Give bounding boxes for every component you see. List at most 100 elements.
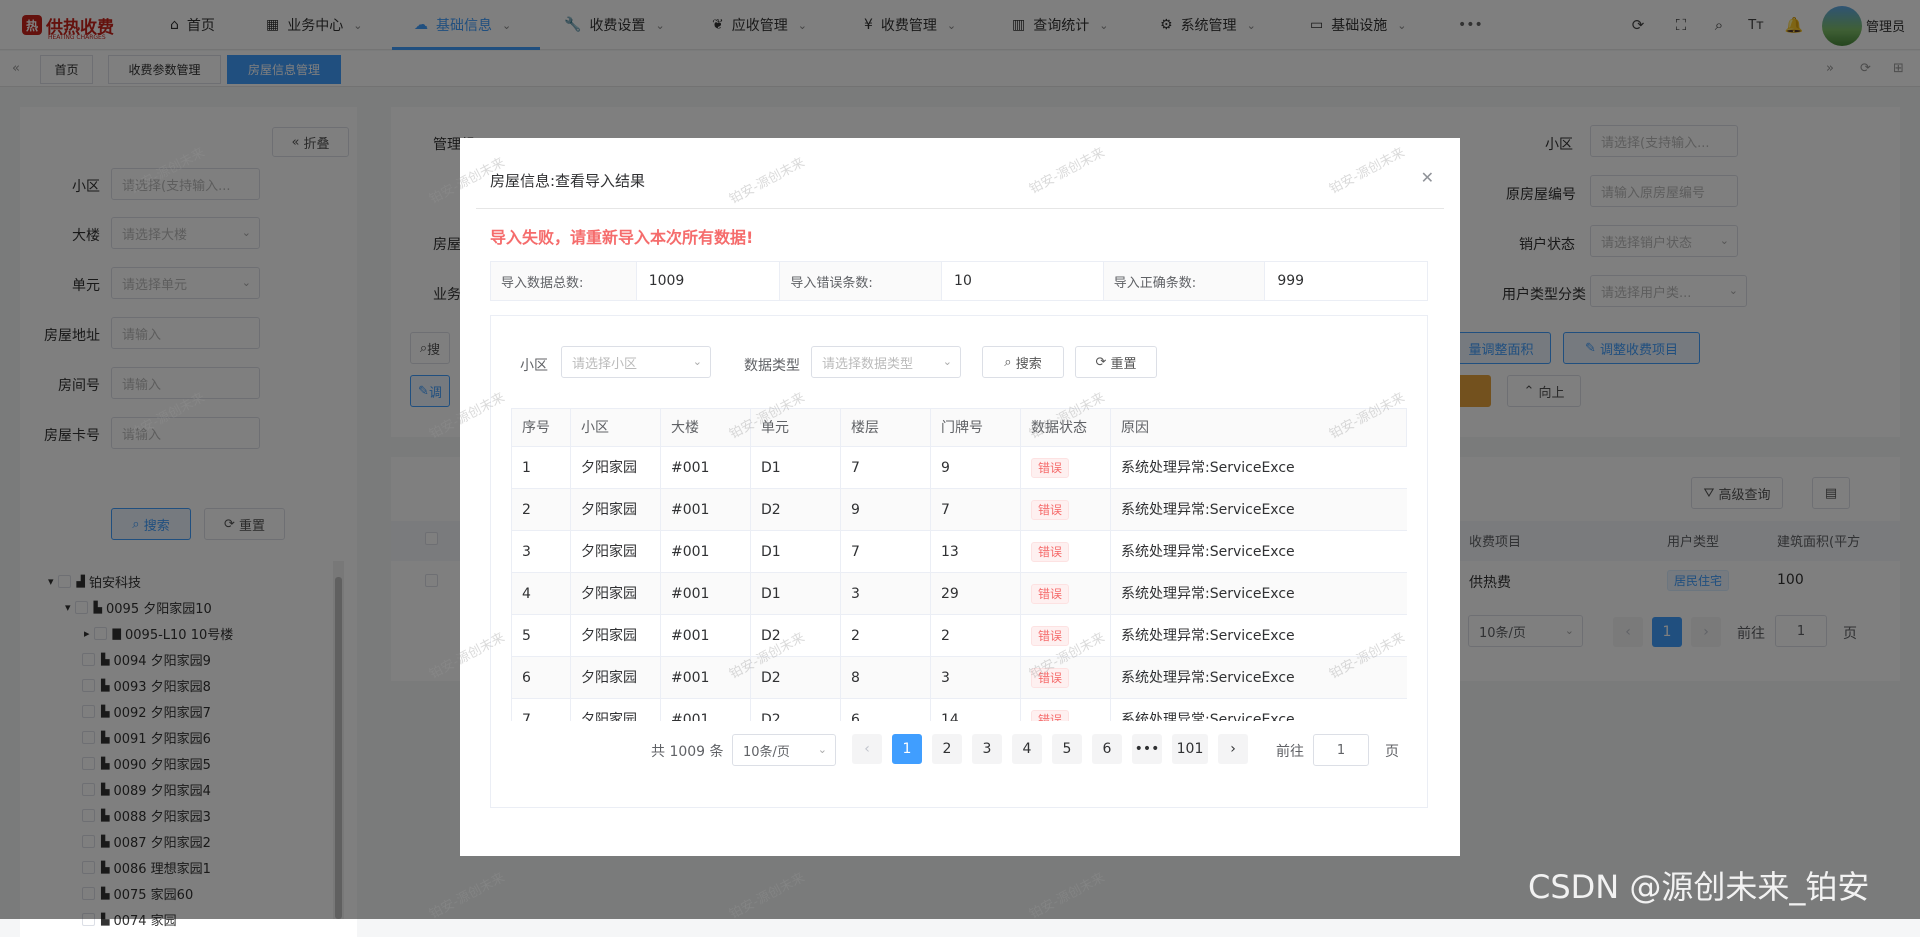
page-button-5[interactable]: 5 [1052,734,1082,764]
cell-floor: 8 [841,657,931,699]
cell-floor: 7 [841,447,931,489]
cell-index: 1 [512,447,571,489]
summary-value: 1009 [637,262,781,300]
cell-status: 错误 [1021,699,1111,721]
page-number: 5 [1062,741,1072,757]
column-header-index: 序号 [512,409,571,448]
page-button-4[interactable]: 4 [1012,734,1042,764]
table-row[interactable]: 6 夕阳家园 #001 D2 8 3 错误 系统处理异常:ServiceExce [512,657,1407,699]
total-count: 共 1009 条 [651,744,724,760]
cell-reason: 系统处理异常:ServiceExce [1121,670,1295,686]
cell-unit: D2 [751,657,841,699]
cell-status: 错误 [1021,573,1111,615]
cell-reason: 系统处理异常:ServiceExce [1121,460,1295,476]
cell-building: #001 [661,615,751,657]
prev-page-button[interactable]: ‹ [852,734,882,764]
cell-unit: D1 [751,447,841,489]
import-summary: 导入数据总数: 1009 导入错误条数: 10 导入正确条数: 999 [490,261,1428,301]
cell-status: 错误 [1021,615,1111,657]
cell-index: 4 [512,573,571,615]
column-header-building: 大楼 [661,409,751,448]
cell-door-number: 29 [931,573,1021,615]
page-button-3[interactable]: 3 [972,734,1002,764]
placeholder: 请选择数据类型 [822,356,914,372]
next-page-button[interactable]: › [1218,734,1248,764]
result-table-body[interactable]: 1 夕阳家园 #001 D1 7 9 错误 系统处理异常:ServiceExce… [511,447,1407,721]
summary-key: 导入错误条数: [780,262,943,300]
cell-floor: 7 [841,531,931,573]
table-row[interactable]: 2 夕阳家园 #001 D2 9 7 错误 系统处理异常:ServiceExce [512,489,1407,531]
page-ellipsis-button[interactable]: ••• [1132,734,1162,764]
page-number: 3 [982,741,992,757]
error-tag: 错误 [1031,668,1070,688]
cell-status: 错误 [1021,657,1111,699]
goto-page-input[interactable]: 1 [1313,734,1369,766]
import-error-message: 导入失败，请重新导入本次所有数据! [490,228,754,247]
table-row[interactable]: 3 夕阳家园 #001 D1 7 13 错误 系统处理异常:ServiceExc… [512,531,1407,573]
column-header-floor: 楼层 [841,409,931,448]
cell-community: 夕阳家园 [571,489,661,531]
page-number: 101 [1176,741,1204,757]
cell-community: 夕阳家园 [571,657,661,699]
table-row[interactable]: 1 夕阳家园 #001 D1 7 9 错误 系统处理异常:ServiceExce [512,447,1407,489]
cell-floor: 6 [841,699,931,721]
summary-value: 10 [942,262,1104,300]
summary-key: 导入正确条数: [1103,262,1266,300]
page-size-select[interactable]: 10条/页 ⌄ [732,734,836,766]
cell-status: 错误 [1021,447,1111,489]
filter-type-label: 数据类型 [744,358,800,374]
table-row[interactable]: 4 夕阳家园 #001 D1 3 29 错误 系统处理异常:ServiceExc… [512,573,1407,615]
close-icon[interactable]: ✕ [1421,168,1434,187]
cell-status: 错误 [1021,531,1111,573]
cell-index: 2 [512,489,571,531]
filter-type-select[interactable]: 请选择数据类型 ⌄ [811,346,961,378]
cell-unit: D2 [751,615,841,657]
error-tag: 错误 [1031,458,1070,478]
cell-index: 3 [512,531,571,573]
cell-door-number: 3 [931,657,1021,699]
page-number: 6 [1102,741,1112,757]
placeholder: 请选择小区 [572,356,638,372]
page-button-2[interactable]: 2 [932,734,962,764]
cell-door-number: 9 [931,447,1021,489]
summary-value: 999 [1277,273,1305,289]
table-row[interactable]: 5 夕阳家园 #001 D2 2 2 错误 系统处理异常:ServiceExce [512,615,1407,657]
cell-floor: 2 [841,615,931,657]
cell-building: #001 [661,699,751,721]
cell-community: 夕阳家园 [571,447,661,489]
dialog-search-button[interactable]: ⌕ 搜索 [982,346,1064,378]
cell-community: 夕阳家园 [571,573,661,615]
filter-community-select[interactable]: 请选择小区 ⌄ [561,346,711,378]
filter-community-label: 小区 [520,358,548,374]
page-unit-label: 页 [1385,744,1399,760]
dialog-reset-button[interactable]: ⟳ 重置 [1075,346,1157,378]
page-button-1[interactable]: 1 [892,734,922,764]
page-button-last[interactable]: 101 [1172,734,1208,764]
chevron-down-icon: ⌄ [692,355,702,368]
error-tag: 错误 [1031,500,1070,520]
cell-floor: 9 [841,489,931,531]
error-tag: 错误 [1031,710,1070,721]
import-detail-panel: 小区 请选择小区 ⌄ 数据类型 请选择数据类型 ⌄ ⌕ 搜索 ⟳ 重置 序号 小区 … [490,315,1428,808]
goto-value: 1 [1336,742,1346,758]
page-button-6[interactable]: 6 [1092,734,1122,764]
cell-reason: 系统处理异常:ServiceExce [1121,502,1295,518]
column-header-reason: 原因 [1121,420,1149,436]
cell-index: 7 [512,699,571,721]
error-tag: 错误 [1031,542,1070,562]
cell-door-number: 13 [931,531,1021,573]
button-label: 重置 [1110,356,1137,372]
error-tag: 错误 [1031,584,1070,604]
cell-door-number: 14 [931,699,1021,721]
cell-reason: 系统处理异常:ServiceExce [1121,586,1295,602]
cell-unit: D2 [751,699,841,721]
cell-status: 错误 [1021,489,1111,531]
cell-reason: 系统处理异常:ServiceExce [1121,628,1295,644]
goto-label: 前往 [1276,744,1304,760]
summary-key: 导入数据总数: [491,262,637,300]
cell-building: #001 [661,489,751,531]
table-row[interactable]: 7 夕阳家园 #001 D2 6 14 错误 系统处理异常:ServiceExc… [512,699,1407,721]
more-icon: ••• [1134,741,1160,757]
refresh-icon: ⟳ [1095,354,1111,370]
chevron-down-icon: ⌄ [942,355,952,368]
